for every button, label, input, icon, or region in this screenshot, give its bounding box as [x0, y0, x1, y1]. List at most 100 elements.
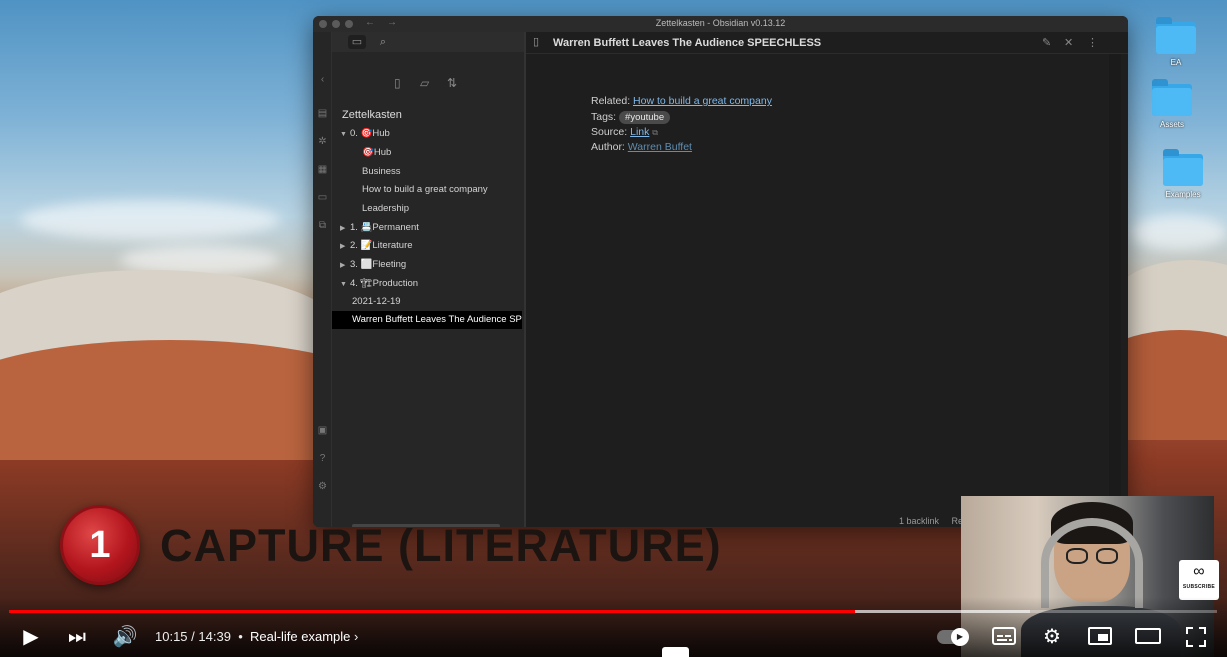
settings-gear-icon[interactable]: ⚙ — [1039, 623, 1065, 651]
volume-icon[interactable]: 🔊 — [112, 623, 138, 651]
headphones — [1041, 518, 1143, 608]
tree-label: 4. 🏗Production — [350, 278, 419, 289]
progress-bar[interactable] — [9, 610, 1217, 613]
tree-folder-production[interactable]: ▼ 4. 🏗Production — [340, 278, 418, 289]
quick-switcher-icon[interactable]: ▤ — [317, 108, 328, 119]
chevron-down-icon: ▼ — [340, 131, 347, 138]
tree-label: Leadership — [362, 203, 410, 214]
editor-pane: ▯ Warren Buffett Leaves The Audience SPE… — [526, 32, 1128, 527]
fullscreen-icon[interactable] — [1186, 627, 1206, 647]
close-icon[interactable]: ✕ — [1064, 36, 1073, 49]
duration: 14:39 — [198, 629, 231, 644]
more-options-icon[interactable]: ⋮ — [1087, 36, 1098, 49]
tree-file[interactable]: Business — [362, 166, 401, 177]
tree-folder-fleeting[interactable]: ▶ 3. ⬜Fleeting — [340, 259, 406, 270]
author-link[interactable]: Warren Buffet — [628, 141, 692, 153]
edit-pencil-icon[interactable]: ✎ — [1042, 36, 1051, 49]
search-icon: ⌕ — [379, 36, 387, 48]
tree-file[interactable]: 2021-12-19 — [352, 296, 401, 307]
tree-label: 2021-12-19 — [352, 296, 401, 307]
autoplay-play-icon: ▶ — [951, 628, 969, 646]
tree-label: 1. 📇Permanent — [350, 222, 419, 233]
note-title[interactable]: Warren Buffett Leaves The Audience SPEEC… — [553, 37, 821, 49]
tree-label: 🎯Hub — [362, 147, 392, 158]
tree-file[interactable]: Leadership — [362, 203, 409, 214]
play-icon[interactable]: ▶ — [18, 623, 44, 651]
chevron-right-icon[interactable]: › — [354, 629, 358, 644]
tags-label: Tags: — [591, 111, 617, 123]
related-link[interactable]: How to build a great company — [633, 95, 772, 107]
external-link-icon: ⧉ — [652, 128, 659, 137]
daily-note-icon[interactable]: ▦ — [317, 164, 328, 175]
templates-icon[interactable]: ▭ — [317, 192, 328, 203]
desktop-folder-assets[interactable]: Assets — [1142, 79, 1202, 129]
glasses-logo-icon: ∞ — [1193, 563, 1205, 580]
tree-label: 3. ⬜Fleeting — [350, 259, 407, 270]
author-label: Author: — [591, 141, 625, 153]
tree-file[interactable]: 🎯Hub — [362, 147, 391, 158]
overlay-title: CAPTURE (LITERATURE) — [160, 520, 722, 571]
chevron-right-icon: ▶ — [340, 243, 346, 250]
desktop-folder-examples[interactable]: Examples — [1153, 149, 1213, 199]
theater-mode-icon[interactable] — [1135, 628, 1161, 644]
wallpaper-cloud — [20, 200, 280, 240]
sort-icon[interactable]: ⇅ — [447, 76, 457, 90]
autoplay-toggle[interactable]: ▶ — [937, 628, 969, 646]
title-bar: ← → Zettelkasten - Obsidian v0.13.12 — [313, 16, 1128, 32]
tree-label: How to build a great company — [362, 184, 488, 195]
tree-folder-permanent[interactable]: ▶ 1. 📇Permanent — [340, 222, 419, 233]
backlinks-count[interactable]: 1 backlink — [899, 516, 939, 526]
collapse-sidebar-icon[interactable]: ‹ — [317, 74, 328, 85]
file-explorer-sidebar: ▭ ⌕ ▯ ▱ ⇅ Zettelkasten ▼ 0. 🎯Hub 🎯Hub Bus… — [332, 32, 525, 527]
editor-header: ▯ Warren Buffett Leaves The Audience SPE… — [526, 32, 1128, 54]
wallpaper-cloud — [1130, 215, 1227, 250]
miniplayer-icon[interactable] — [1088, 627, 1112, 645]
related-label: Related: — [591, 95, 631, 107]
author-row: Author: Warren Buffet — [591, 141, 692, 153]
source-link[interactable]: Link — [630, 126, 649, 138]
tree-file[interactable]: How to build a great company — [362, 184, 488, 195]
copy-icon[interactable]: ⧉ — [317, 220, 328, 231]
time-separator: / — [191, 629, 195, 644]
tree-label: 0. 🎯Hub — [350, 128, 390, 139]
info-card-tab[interactable] — [662, 647, 689, 657]
desktop-folder-ea[interactable]: EA — [1146, 17, 1206, 67]
tree-label: 2. 📝Literature — [350, 240, 413, 251]
step-number: 1 — [89, 524, 111, 566]
chevron-right-icon: ▶ — [340, 225, 346, 232]
desktop-folder-label: EA — [1170, 58, 1182, 67]
glasses-lens — [1066, 548, 1088, 564]
help-icon[interactable]: ? — [317, 453, 328, 464]
desktop-folder-label: Assets — [1159, 120, 1184, 129]
window-title: Zettelkasten - Obsidian v0.13.12 — [655, 18, 786, 28]
open-vault-icon[interactable]: ▣ — [317, 425, 328, 436]
new-note-icon[interactable]: ▯ — [394, 76, 401, 90]
source-label: Source: — [591, 126, 628, 138]
step-number-badge: 1 — [60, 505, 140, 585]
document-icon: ▯ — [533, 36, 540, 48]
tag-pill[interactable]: #youtube — [619, 111, 671, 124]
tab-search[interactable]: ⌕ — [374, 35, 392, 49]
subscribe-watermark[interactable]: ∞ SUBSCRIBE — [1179, 560, 1219, 600]
tree-label: Warren Buffett Leaves The Audience SP — [352, 314, 522, 325]
editor-scrollbar[interactable] — [1109, 54, 1121, 527]
next-video-icon[interactable]: ⏭ — [64, 623, 90, 651]
folder-icon — [1152, 79, 1192, 116]
new-folder-icon[interactable]: ▱ — [420, 76, 429, 90]
tab-file-explorer[interactable]: ▭ — [348, 35, 366, 49]
progress-played — [9, 610, 855, 613]
subtitles-icon[interactable] — [992, 627, 1016, 645]
tree-folder-hub[interactable]: ▼ 0. 🎯Hub — [340, 128, 390, 139]
folder-icon — [1163, 149, 1203, 186]
subscribe-label: SUBSCRIBE — [1182, 584, 1216, 590]
settings-gear-icon[interactable]: ⚙ — [317, 481, 328, 492]
tree-file-active[interactable]: Warren Buffett Leaves The Audience SP — [332, 311, 522, 329]
sidebar-tabs: ▭ ⌕ — [332, 32, 525, 52]
tree-folder-literature[interactable]: ▶ 2. 📝Literature — [340, 240, 413, 251]
glasses-lens — [1096, 548, 1118, 564]
graph-view-icon[interactable]: ✲ — [317, 136, 328, 147]
chapter-title[interactable]: Real-life example — [250, 629, 350, 644]
left-ribbon: ‹ ▤ ✲ ▦ ▭ ⧉ ▣ ? ⚙ — [313, 32, 332, 527]
source-row: Source: Link ⧉ — [591, 126, 658, 138]
folder-icon: ▭ — [351, 36, 363, 48]
